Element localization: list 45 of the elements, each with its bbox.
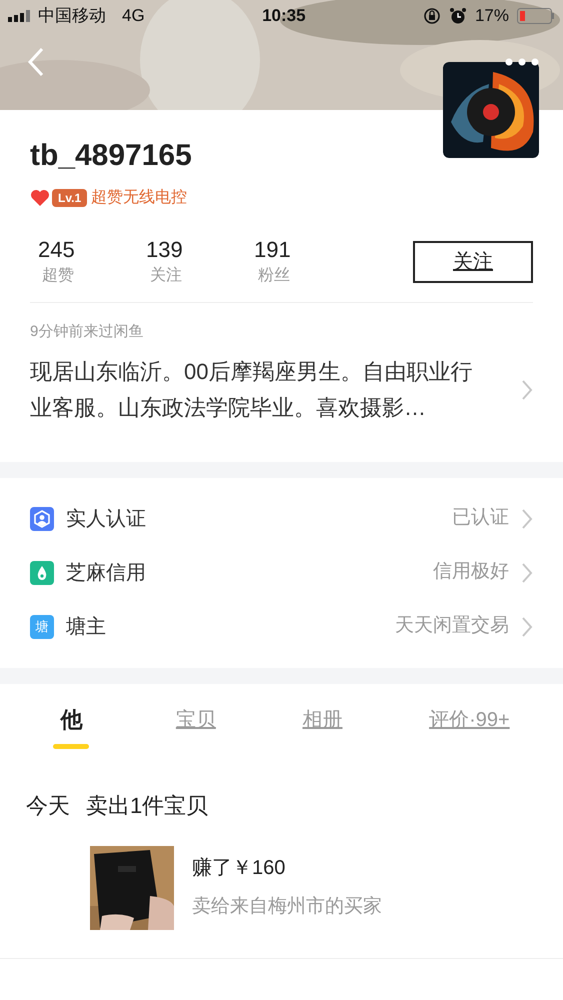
info-row[interactable]: 塘 塘主 天天闲置交易: [30, 600, 533, 654]
info-value: 天天闲置交易: [395, 614, 509, 638]
more-icon: [505, 58, 539, 66]
drop-icon: [30, 560, 54, 584]
bio-row[interactable]: 现居山东临沂。00后摩羯座男生。自由职业行业客服。山东政法学院毕业。喜欢摄影…: [30, 354, 533, 462]
stat-value: 191: [253, 236, 291, 264]
info-label: 塘主: [66, 614, 106, 640]
stat-label: 粉丝: [257, 266, 290, 286]
level-badge: Lv.1: [52, 189, 88, 207]
feed-summary: 卖出1件宝贝: [86, 792, 208, 820]
badge-title: 超赞无线电控: [91, 188, 188, 208]
person-shield-icon: [30, 506, 54, 530]
battery-percent: 17%: [474, 5, 509, 28]
stat-value: 139: [145, 236, 183, 264]
info-row[interactable]: 实人认证 已认证: [30, 492, 533, 546]
chevron-right-icon: [521, 378, 533, 400]
last-seen: 9分钟前来过闲鱼: [30, 322, 144, 342]
more-button[interactable]: [505, 58, 539, 66]
chevron-right-icon: [521, 616, 533, 638]
pond-badge: 塘: [30, 614, 54, 638]
rotation-lock-icon: [422, 7, 441, 25]
stat-value: 245: [37, 236, 75, 264]
earned-amount: 赚了￥160: [192, 856, 286, 882]
feed-day: 今天: [26, 788, 70, 822]
info-value: 信用极好: [433, 560, 509, 584]
info-label: 芝麻信用: [66, 560, 146, 586]
alarm-icon: [448, 7, 467, 25]
info-value: 已认证: [452, 506, 509, 530]
chevron-right-icon: [521, 508, 533, 530]
carrier-name: 中国移动: [38, 5, 106, 28]
stat-label: 超赞: [41, 266, 74, 286]
follow-button[interactable]: 关注: [413, 241, 533, 283]
back-icon: [26, 46, 46, 78]
bio-text: 现居山东临沂。00后摩羯座男生。自由职业行业客服。山东政法学院毕业。喜欢摄影…: [30, 358, 474, 422]
tab[interactable]: 他: [53, 704, 90, 748]
buyer-info: 卖给来自梅州市的买家: [192, 895, 382, 920]
info-label: 实人认证: [66, 506, 146, 532]
info-row[interactable]: 芝麻信用 信用极好: [30, 546, 533, 600]
battery-icon: [516, 8, 555, 24]
chevron-right-icon: [521, 562, 533, 584]
network-type: 4G: [122, 5, 145, 28]
stat-label: 关注: [149, 266, 182, 286]
username: tb_4897165: [30, 138, 193, 174]
status-time: 10:35: [262, 5, 306, 28]
heart-icon: [30, 189, 50, 207]
